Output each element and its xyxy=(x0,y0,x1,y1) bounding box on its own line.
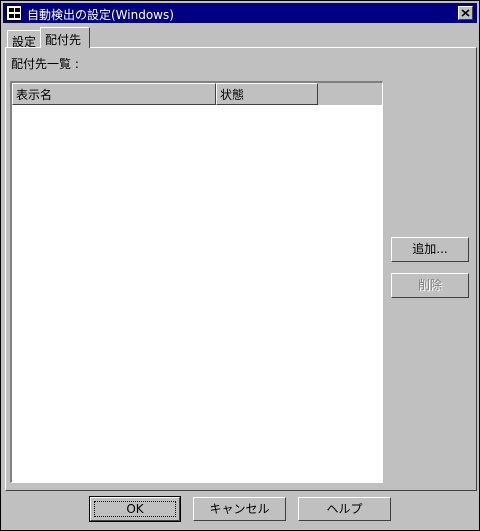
add-button[interactable]: 追加... xyxy=(391,237,469,262)
close-button[interactable] xyxy=(458,6,473,20)
cancel-button[interactable]: キャンセル xyxy=(193,497,286,521)
tab-destinations[interactable]: 配付先 xyxy=(40,27,90,48)
title-bar[interactable]: 自動検出の設定(Windows) xyxy=(3,3,477,23)
window-title: 自動検出の設定(Windows) xyxy=(27,8,174,22)
close-icon xyxy=(461,9,470,17)
column-header-display-name[interactable]: 表示名 xyxy=(12,83,216,105)
focus-rectangle xyxy=(94,501,176,517)
tab-destinations-label: 配付先 xyxy=(45,33,82,47)
column-header-status[interactable]: 状態 xyxy=(216,83,318,105)
list-header: 表示名 状態 xyxy=(12,83,382,105)
delete-button[interactable]: 削除 xyxy=(391,273,469,298)
destination-list-label: 配付先一覧 : xyxy=(11,57,79,71)
dialog-window: 自動検出の設定(Windows) 設定 配付先 配付先一覧 : 表示名 状態 追… xyxy=(0,0,480,531)
help-button[interactable]: ヘルプ xyxy=(298,497,391,521)
tab-settings[interactable]: 設定 xyxy=(7,30,41,49)
destination-list[interactable]: 表示名 状態 xyxy=(10,81,383,483)
ok-button[interactable]: OK xyxy=(89,496,181,522)
app-icon[interactable] xyxy=(6,5,22,21)
